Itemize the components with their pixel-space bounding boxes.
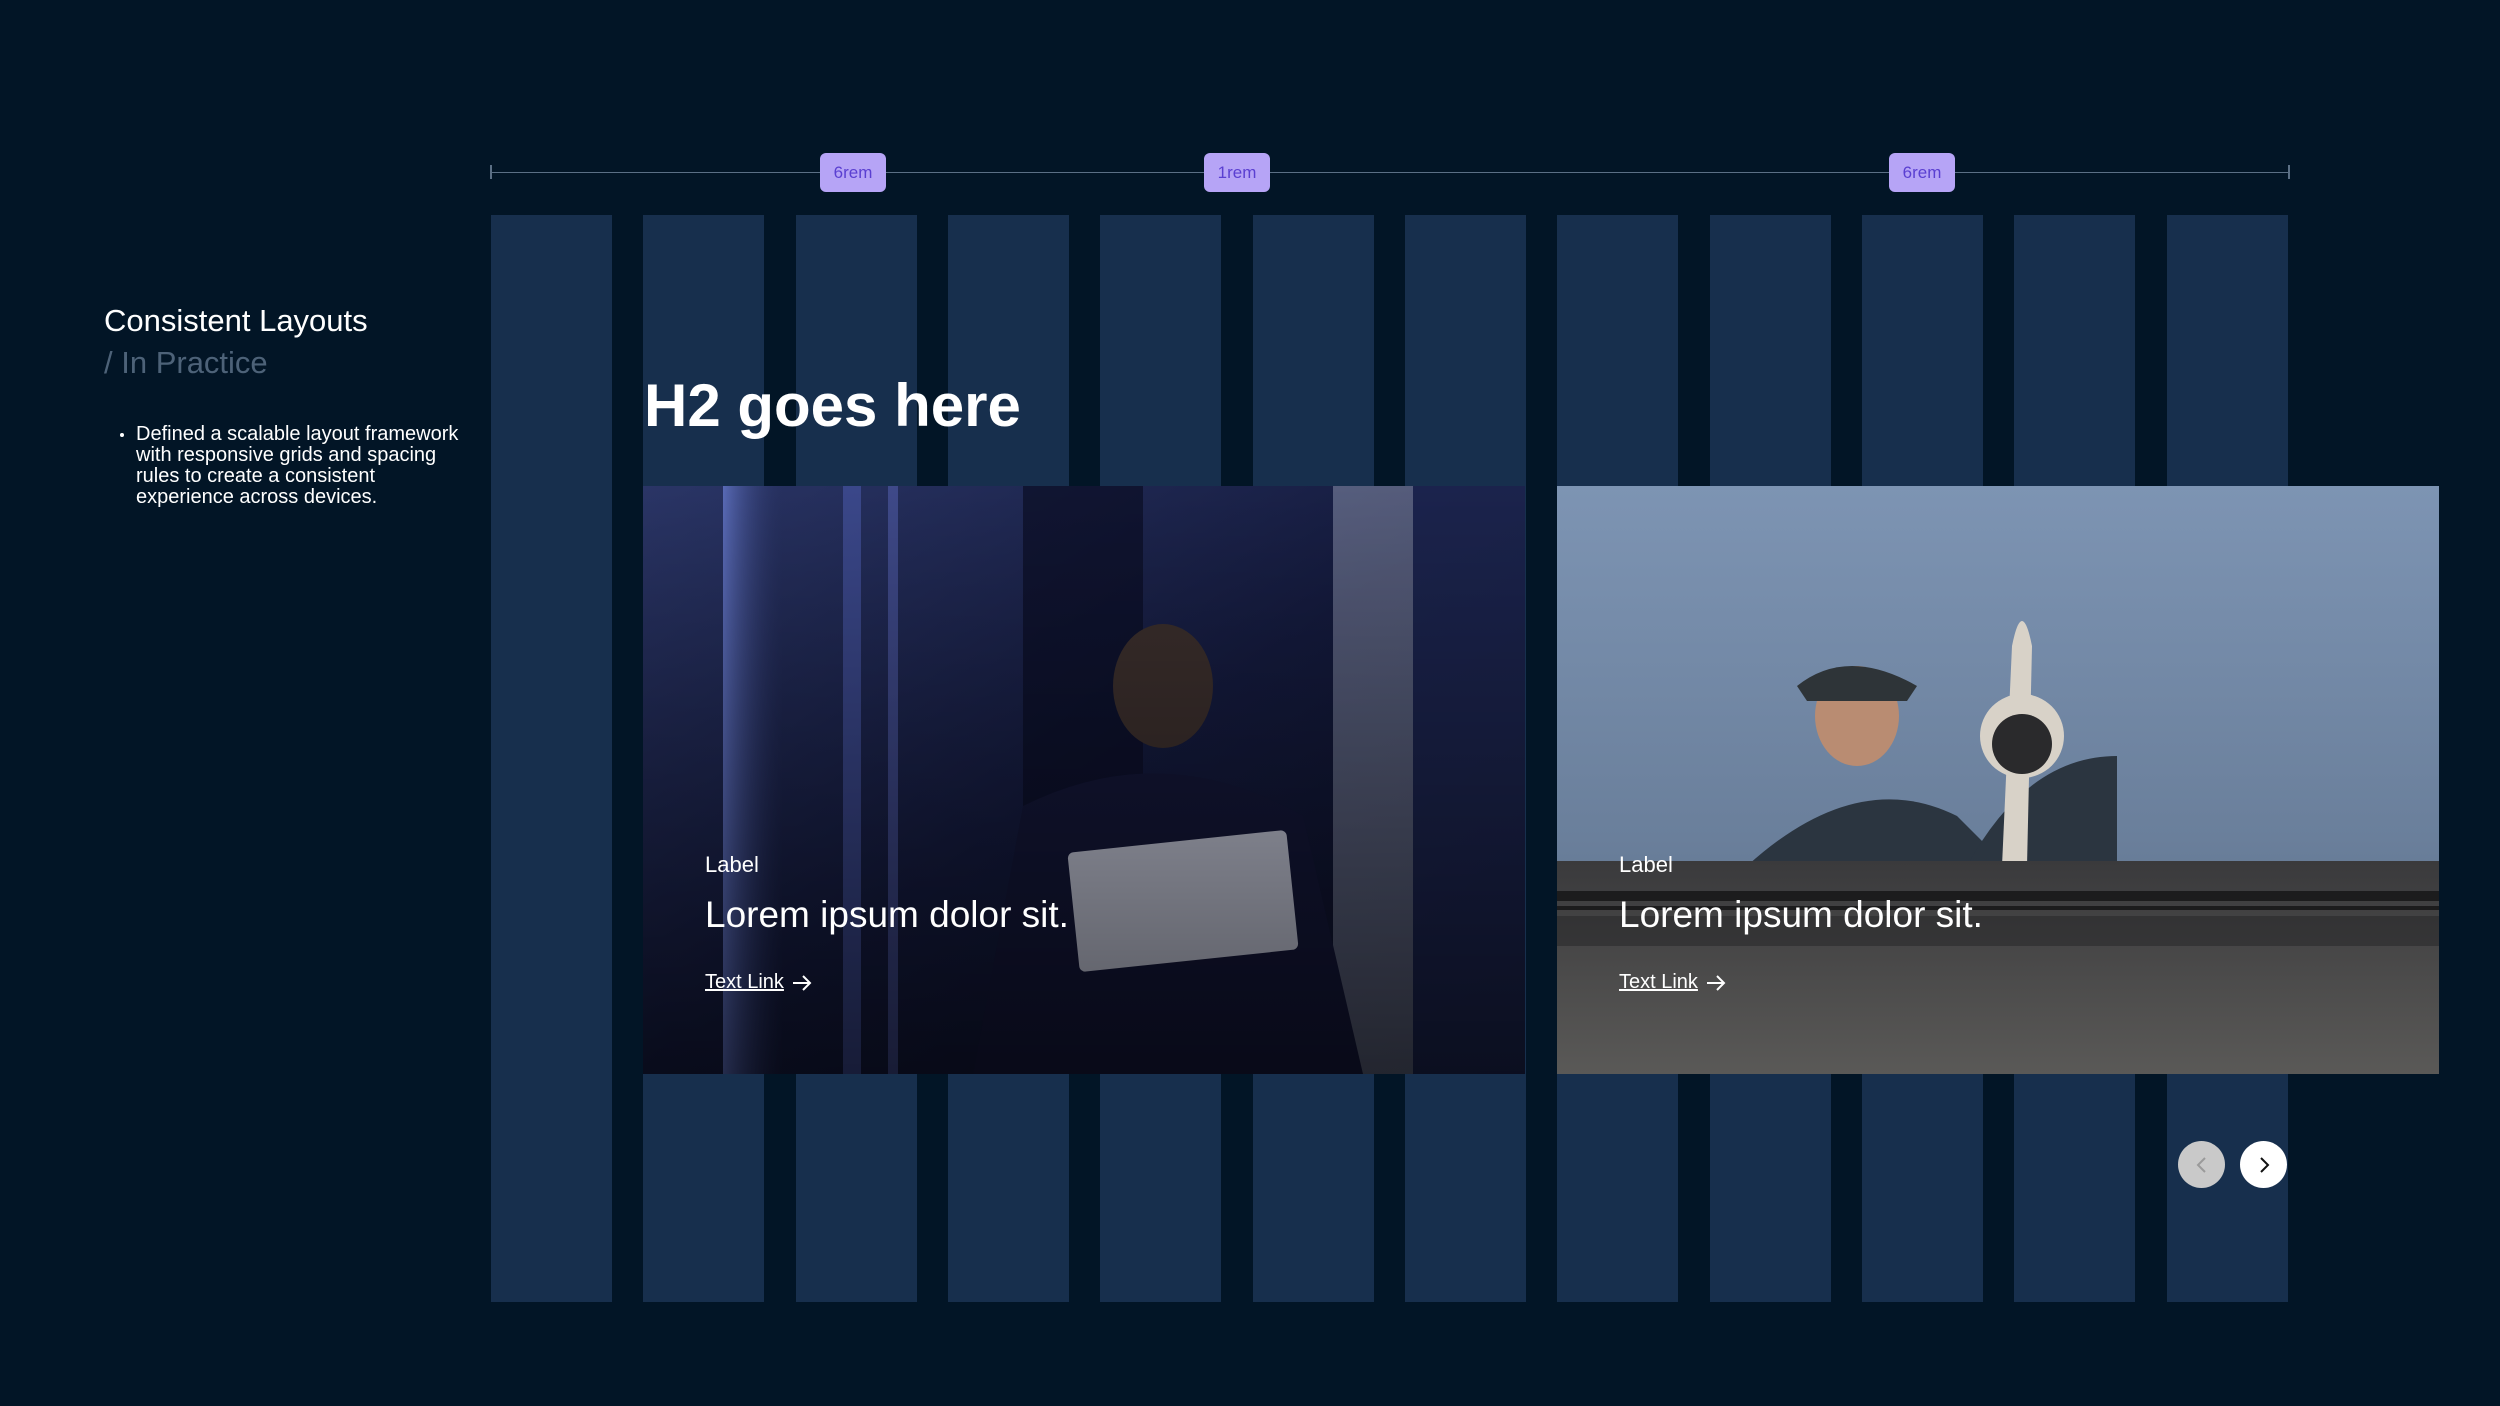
card-link-label: Text Link (705, 971, 784, 993)
chevron-left-icon (2196, 1156, 2206, 1173)
card-title: Lorem ipsum dolor sit. (705, 894, 1069, 935)
sidebar-bullet-list: Defined a scalable layout framework with… (104, 424, 464, 508)
card-title: Lorem ipsum dolor sit. (1619, 894, 1983, 935)
content-card[interactable]: Label Lorem ipsum dolor sit. Text Link (643, 486, 1525, 1074)
card-text-link[interactable]: Text Link (705, 971, 812, 994)
spacing-tag: 1rem (1204, 153, 1270, 192)
ruler-line (491, 172, 2290, 173)
card-link-label: Text Link (1619, 971, 1698, 993)
spacing-tag: 6rem (820, 153, 886, 192)
ruler-cap-right (2288, 165, 2290, 179)
card-label: Label (705, 852, 759, 877)
spacing-tag: 6rem (1889, 153, 1955, 192)
sidebar-bullet: Defined a scalable layout framework with… (120, 424, 464, 508)
chevron-right-icon (2259, 1156, 2269, 1173)
section-heading: H2 goes here (644, 372, 1021, 439)
content-card[interactable]: Label Lorem ipsum dolor sit. Text Link (1557, 486, 2439, 1074)
carousel-prev-button[interactable] (2178, 1141, 2225, 1188)
grid-column (491, 215, 612, 1302)
arrow-right-icon (1706, 974, 1726, 991)
card-text-link[interactable]: Text Link (1619, 971, 1726, 994)
card-text: Label Lorem ipsum dolor sit. Text Link (705, 851, 1069, 994)
sidebar-title: Consistent Layouts (104, 303, 368, 338)
card-text: Label Lorem ipsum dolor sit. Text Link (1619, 851, 1983, 994)
ruler-cap-left (490, 165, 492, 179)
arrow-right-icon (792, 974, 812, 991)
card-label: Label (1619, 852, 1673, 877)
sidebar: Consistent Layouts / In Practice Defined… (104, 300, 464, 508)
carousel-next-button[interactable] (2240, 1141, 2287, 1188)
sidebar-subtitle: / In Practice (104, 345, 268, 380)
